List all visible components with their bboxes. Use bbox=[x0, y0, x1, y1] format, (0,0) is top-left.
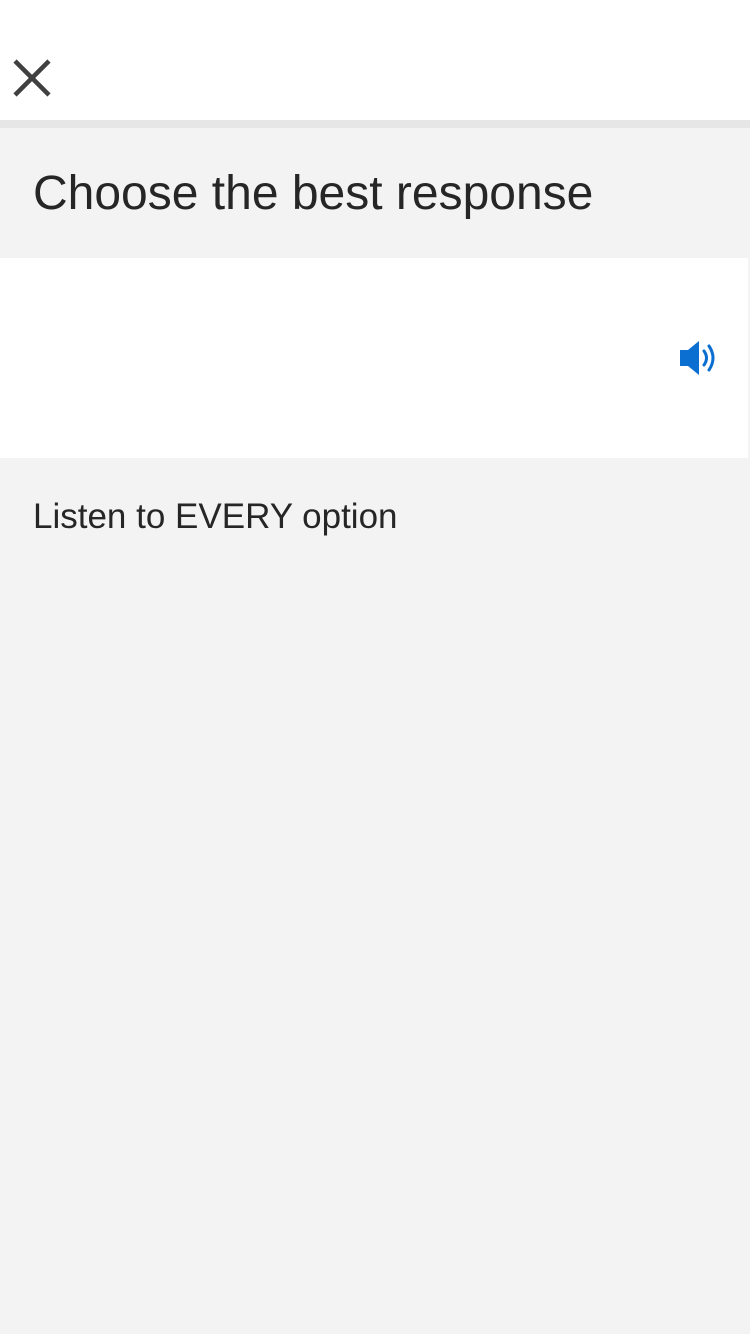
close-button[interactable] bbox=[8, 54, 56, 102]
top-bar bbox=[0, 0, 750, 120]
page-title: Choose the best response bbox=[33, 167, 594, 220]
speaker-icon bbox=[680, 341, 715, 375]
play-audio-button[interactable] bbox=[676, 338, 722, 378]
header-divider bbox=[0, 120, 750, 128]
audio-card bbox=[0, 258, 748, 458]
close-icon bbox=[13, 59, 51, 97]
instruction-text: Listen to EVERY option bbox=[33, 497, 398, 536]
